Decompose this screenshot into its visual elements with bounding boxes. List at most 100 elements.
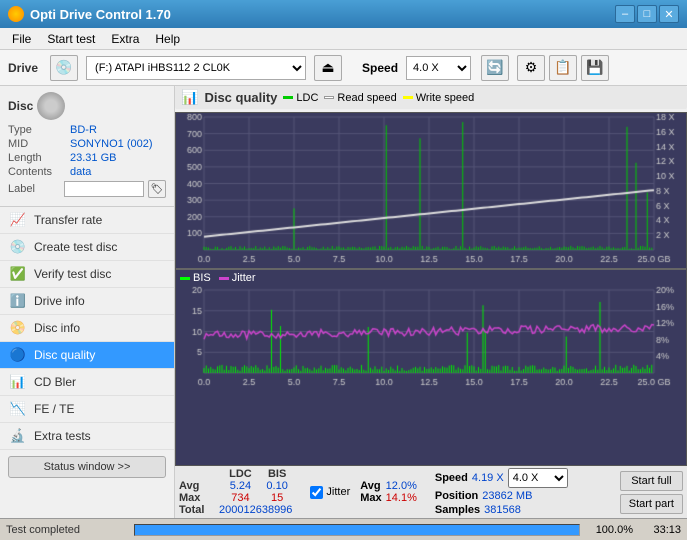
speed-select2[interactable]: 4.0 X [508, 468, 568, 488]
nav-create-test-disc[interactable]: 💿 Create test disc [0, 234, 174, 261]
contents-value: data [70, 166, 91, 178]
action-buttons: Start full Start part [620, 471, 683, 514]
jitter-checkbox-group: Jitter [310, 486, 350, 499]
main-content: Disc Type BD-R MID SONYNO1 (002) Length … [0, 86, 687, 518]
type-label: Type [8, 124, 66, 136]
app-icon [8, 6, 24, 22]
disc-info-icon: 📀 [10, 320, 26, 336]
stats-table: LDC BIS Avg 5.24 0.10 Max 734 15 Total 2… [179, 468, 292, 516]
legend-ldc: LDC [283, 92, 318, 104]
mid-label: MID [8, 138, 66, 150]
verify-test-disc-icon: ✅ [10, 266, 26, 282]
title-bar: Opti Drive Control 1.70 – □ ✕ [0, 0, 687, 28]
transfer-rate-icon: 📈 [10, 212, 26, 228]
avg-ldc: 5.24 [219, 480, 262, 492]
label-input[interactable] [64, 181, 144, 197]
nav-create-test-disc-label: Create test disc [34, 240, 117, 254]
samples-label: Samples [435, 504, 480, 516]
nav-transfer-rate[interactable]: 📈 Transfer rate [0, 207, 174, 234]
save-icon-button[interactable]: 💾 [581, 55, 609, 81]
start-part-button[interactable]: Start part [620, 494, 683, 514]
sidebar: Disc Type BD-R MID SONYNO1 (002) Length … [0, 86, 175, 518]
jitter-max-label: Max [360, 492, 381, 504]
legend-read-speed: Read speed [324, 92, 396, 104]
label-label: Label [8, 183, 60, 195]
total-ldc: 2000126 [219, 504, 262, 516]
menu-bar: File Start test Extra Help [0, 28, 687, 50]
minimize-button[interactable]: – [615, 5, 635, 23]
length-label: Length [8, 152, 66, 164]
bis-header: BIS [262, 468, 293, 480]
status-bar: Test completed 100.0% 33:13 [0, 518, 687, 540]
lower-legend: BIS Jitter [176, 270, 686, 286]
position-value: 23862 MB [482, 490, 532, 502]
max-bis: 15 [262, 492, 293, 504]
nav-drive-info-label: Drive info [34, 294, 85, 308]
total-label: Total [179, 504, 219, 516]
nav-fe-te[interactable]: 📉 FE / TE [0, 396, 174, 423]
samples-value: 381568 [484, 504, 521, 516]
drive-info-icon: ℹ️ [10, 293, 26, 309]
speed-select[interactable]: 4.0 X [406, 56, 471, 80]
nav-disc-info[interactable]: 📀 Disc info [0, 315, 174, 342]
chart-header: 📊 Disc quality LDC Read speed Write spee… [175, 86, 687, 109]
status-percent: 100.0% [588, 524, 633, 536]
menu-help[interactable]: Help [147, 30, 188, 48]
nav-disc-quality[interactable]: 🔵 Disc quality [0, 342, 174, 369]
length-value: 23.31 GB [70, 152, 116, 164]
extra-tests-icon: 🔬 [10, 428, 26, 444]
progress-bar-fill [135, 525, 579, 535]
info-icon-button[interactable]: 📋 [549, 55, 577, 81]
nav-disc-quality-label: Disc quality [34, 348, 95, 362]
nav-drive-info[interactable]: ℹ️ Drive info [0, 288, 174, 315]
type-value: BD-R [70, 124, 97, 136]
progress-bar [134, 524, 580, 536]
avg-label: Avg [179, 480, 219, 492]
window-controls: – □ ✕ [615, 5, 679, 23]
nav-verify-test-disc-label: Verify test disc [34, 267, 111, 281]
settings-icon-button[interactable]: ⚙ [517, 55, 545, 81]
bottom-info-row: LDC BIS Avg 5.24 0.10 Max 734 15 Total 2… [175, 466, 687, 518]
drive-icon-button[interactable]: 💿 [50, 55, 78, 81]
jitter-max-val: 14.1% [382, 492, 417, 504]
max-label: Max [179, 492, 219, 504]
nav-cd-bler[interactable]: 📊 CD Bler [0, 369, 174, 396]
disc-quality-icon: 🔵 [10, 347, 26, 363]
eject-button[interactable]: ⏏ [314, 55, 342, 81]
drive-icons: ⚙ 📋 💾 [517, 55, 609, 81]
speed-stats: Speed 4.19 X 4.0 X Position 23862 MB Sam… [435, 468, 568, 516]
speed-value: 4.19 X [472, 472, 504, 484]
drive-select[interactable]: (F:) ATAPI iHBS112 2 CL0K [86, 56, 306, 80]
drive-label: Drive [8, 61, 38, 75]
nav-verify-test-disc[interactable]: ✅ Verify test disc [0, 261, 174, 288]
jitter-checkbox[interactable] [310, 486, 323, 499]
max-ldc: 734 [219, 492, 262, 504]
legend-write-speed: Write speed [403, 92, 475, 104]
chart-title: Disc quality [204, 90, 277, 105]
create-test-disc-icon: 💿 [10, 239, 26, 255]
status-window-button[interactable]: Status window >> [8, 456, 166, 478]
fe-te-icon: 📉 [10, 401, 26, 417]
upper-chart-canvas [176, 113, 686, 268]
restore-button[interactable]: □ [637, 5, 657, 23]
disc-info-panel: Disc Type BD-R MID SONYNO1 (002) Length … [0, 86, 174, 207]
menu-extra[interactable]: Extra [103, 30, 147, 48]
menu-start-test[interactable]: Start test [39, 30, 103, 48]
nav-extra-tests-label: Extra tests [34, 429, 91, 443]
jitter-label: Jitter [326, 486, 350, 498]
ldc-header: LDC [219, 468, 262, 480]
charts-row: BIS Jitter [175, 112, 687, 466]
start-full-button[interactable]: Start full [620, 471, 683, 491]
refresh-button[interactable]: 🔄 [481, 55, 509, 81]
menu-file[interactable]: File [4, 30, 39, 48]
nav-fe-te-label: FE / TE [34, 402, 74, 416]
nav-cd-bler-label: CD Bler [34, 375, 76, 389]
mid-value: SONYNO1 (002) [70, 138, 153, 150]
close-button[interactable]: ✕ [659, 5, 679, 23]
speed-label: Speed [362, 61, 398, 75]
status-time: 33:13 [641, 524, 681, 536]
nav-extra-tests[interactable]: 🔬 Extra tests [0, 423, 174, 450]
drive-bar: Drive 💿 (F:) ATAPI iHBS112 2 CL0K ⏏ Spee… [0, 50, 687, 86]
jitter-avg-val: 12.0% [382, 480, 417, 492]
label-icon-button[interactable]: 🏷 [148, 180, 166, 198]
